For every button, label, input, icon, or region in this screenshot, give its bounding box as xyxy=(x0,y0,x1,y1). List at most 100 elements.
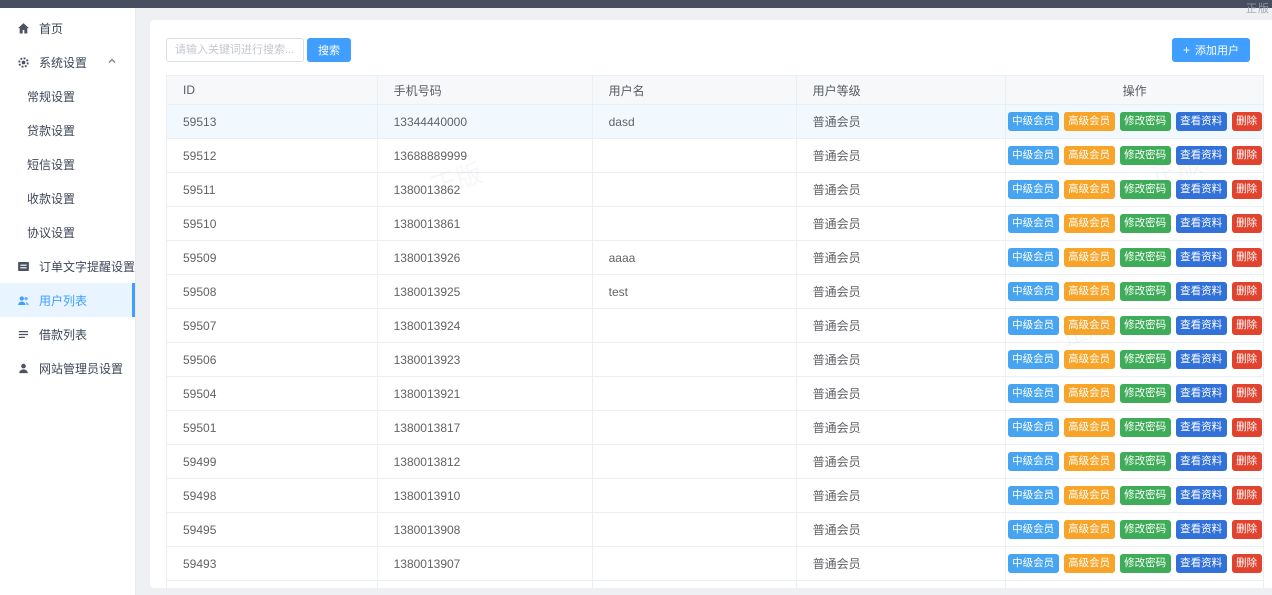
row-actions: 中级会员高级会员修改密码查看资料删除 xyxy=(1008,452,1261,471)
mid-member-button[interactable]: 中级会员 xyxy=(1008,214,1059,233)
sidebar-item-label: 贷款设置 xyxy=(27,122,75,139)
delete-button[interactable]: 删除 xyxy=(1232,554,1262,573)
cell-id: 59506 xyxy=(167,343,378,377)
mid-member-button[interactable]: 中级会员 xyxy=(1008,418,1059,437)
mid-member-button[interactable]: 中级会员 xyxy=(1008,316,1059,335)
mid-member-button[interactable]: 中级会员 xyxy=(1008,486,1059,505)
change-password-button[interactable]: 修改密码 xyxy=(1120,452,1171,471)
change-password-button[interactable]: 修改密码 xyxy=(1120,316,1171,335)
delete-button[interactable]: 删除 xyxy=(1232,418,1262,437)
view-profile-button[interactable]: 查看资料 xyxy=(1176,350,1227,369)
delete-button[interactable]: 删除 xyxy=(1232,316,1262,335)
delete-button[interactable]: 删除 xyxy=(1232,520,1262,539)
cell-id: 59507 xyxy=(167,309,378,343)
delete-button[interactable]: 删除 xyxy=(1232,384,1262,403)
high-member-button[interactable]: 高级会员 xyxy=(1064,520,1115,539)
view-profile-button[interactable]: 查看资料 xyxy=(1176,554,1227,573)
view-profile-button[interactable]: 查看资料 xyxy=(1176,384,1227,403)
change-password-button[interactable]: 修改密码 xyxy=(1120,112,1171,131)
mid-member-button[interactable]: 中级会员 xyxy=(1008,180,1059,199)
view-profile-button[interactable]: 查看资料 xyxy=(1176,316,1227,335)
view-profile-button[interactable]: 查看资料 xyxy=(1176,418,1227,437)
change-password-button[interactable]: 修改密码 xyxy=(1120,418,1171,437)
change-password-button[interactable]: 修改密码 xyxy=(1120,350,1171,369)
high-member-button[interactable]: 高级会员 xyxy=(1064,146,1115,165)
cell-phone: 1380013925 xyxy=(377,275,592,309)
view-profile-button[interactable]: 查看资料 xyxy=(1176,452,1227,471)
mid-member-button[interactable]: 中级会员 xyxy=(1008,112,1059,131)
delete-button[interactable]: 删除 xyxy=(1232,112,1262,131)
sidebar-item-sms-settings[interactable]: 短信设置 xyxy=(0,147,135,181)
cell-id: 59492 xyxy=(167,581,378,589)
high-member-button[interactable]: 高级会员 xyxy=(1064,282,1115,301)
view-profile-button[interactable]: 查看资料 xyxy=(1176,112,1227,131)
search-button[interactable]: 搜索 xyxy=(307,38,351,62)
high-member-button[interactable]: 高级会员 xyxy=(1064,214,1115,233)
delete-button[interactable]: 删除 xyxy=(1232,248,1262,267)
sidebar-item-home[interactable]: 首页 xyxy=(0,11,135,45)
sidebar-item-order-text-reminder-settings[interactable]: 订单文字提醒设置 xyxy=(0,249,135,283)
high-member-button[interactable]: 高级会员 xyxy=(1064,554,1115,573)
view-profile-button[interactable]: 查看资料 xyxy=(1176,248,1227,267)
cell-username xyxy=(592,173,796,207)
high-member-button[interactable]: 高级会员 xyxy=(1064,452,1115,471)
delete-button[interactable]: 删除 xyxy=(1232,214,1262,233)
high-member-button[interactable]: 高级会员 xyxy=(1064,350,1115,369)
view-profile-button[interactable]: 查看资料 xyxy=(1176,486,1227,505)
view-profile-button[interactable]: 查看资料 xyxy=(1176,180,1227,199)
change-password-button[interactable]: 修改密码 xyxy=(1120,180,1171,199)
delete-button[interactable]: 删除 xyxy=(1232,146,1262,165)
sidebar-item-site-admin-settings[interactable]: 网站管理员设置 xyxy=(0,351,135,385)
mid-member-button[interactable]: 中级会员 xyxy=(1008,146,1059,165)
chevron-up-icon[interactable] xyxy=(107,56,117,66)
delete-button[interactable]: 删除 xyxy=(1232,282,1262,301)
mid-member-button[interactable]: 中级会员 xyxy=(1008,282,1059,301)
mid-member-button[interactable]: 中级会员 xyxy=(1008,350,1059,369)
add-user-button[interactable]: + 添加用户 xyxy=(1172,38,1250,62)
sidebar-item-loan-settings[interactable]: 贷款设置 xyxy=(0,113,135,147)
mid-member-button[interactable]: 中级会员 xyxy=(1008,248,1059,267)
high-member-button[interactable]: 高级会员 xyxy=(1064,486,1115,505)
change-password-button[interactable]: 修改密码 xyxy=(1120,486,1171,505)
high-member-button[interactable]: 高级会员 xyxy=(1064,112,1115,131)
view-profile-button[interactable]: 查看资料 xyxy=(1176,146,1227,165)
view-profile-button[interactable]: 查看资料 xyxy=(1176,282,1227,301)
sidebar-item-agreement-settings[interactable]: 协议设置 xyxy=(0,215,135,249)
high-member-button[interactable]: 高级会员 xyxy=(1064,316,1115,335)
delete-button[interactable]: 删除 xyxy=(1232,350,1262,369)
sidebar-item-loan-list[interactable]: 借款列表 xyxy=(0,317,135,351)
cell-username xyxy=(592,309,796,343)
sidebar-item-payment-settings[interactable]: 收款设置 xyxy=(0,181,135,215)
sidebar-item-system-settings[interactable]: 系统设置 xyxy=(0,45,135,79)
change-password-button[interactable]: 修改密码 xyxy=(1120,146,1171,165)
admin-icon xyxy=(17,362,30,375)
change-password-button[interactable]: 修改密码 xyxy=(1120,554,1171,573)
change-password-button[interactable]: 修改密码 xyxy=(1120,384,1171,403)
high-member-button[interactable]: 高级会员 xyxy=(1064,418,1115,437)
cell-phone: 1380013908 xyxy=(377,513,592,547)
delete-button[interactable]: 删除 xyxy=(1232,180,1262,199)
cell-level: 普通会员 xyxy=(796,445,1006,479)
mid-member-button[interactable]: 中级会员 xyxy=(1008,520,1059,539)
search-input[interactable] xyxy=(166,38,304,62)
mid-member-button[interactable]: 中级会员 xyxy=(1008,452,1059,471)
row-actions: 中级会员高级会员修改密码查看资料删除 xyxy=(1008,486,1261,505)
change-password-button[interactable]: 修改密码 xyxy=(1120,282,1171,301)
change-password-button[interactable]: 修改密码 xyxy=(1120,520,1171,539)
delete-button[interactable]: 删除 xyxy=(1232,486,1262,505)
high-member-button[interactable]: 高级会员 xyxy=(1064,180,1115,199)
sidebar-item-general-settings[interactable]: 常规设置 xyxy=(0,79,135,113)
high-member-button[interactable]: 高级会员 xyxy=(1064,384,1115,403)
plus-icon: + xyxy=(1183,44,1190,56)
view-profile-button[interactable]: 查看资料 xyxy=(1176,214,1227,233)
cell-actions: 中级会员高级会员修改密码查看资料删除 xyxy=(1006,309,1264,343)
mid-member-button[interactable]: 中级会员 xyxy=(1008,384,1059,403)
change-password-button[interactable]: 修改密码 xyxy=(1120,214,1171,233)
sidebar-item-user-list[interactable]: 用户列表 xyxy=(0,283,135,317)
high-member-button[interactable]: 高级会员 xyxy=(1064,248,1115,267)
change-password-button[interactable]: 修改密码 xyxy=(1120,248,1171,267)
view-profile-button[interactable]: 查看资料 xyxy=(1176,520,1227,539)
cell-id: 59495 xyxy=(167,513,378,547)
mid-member-button[interactable]: 中级会员 xyxy=(1008,554,1059,573)
delete-button[interactable]: 删除 xyxy=(1232,452,1262,471)
